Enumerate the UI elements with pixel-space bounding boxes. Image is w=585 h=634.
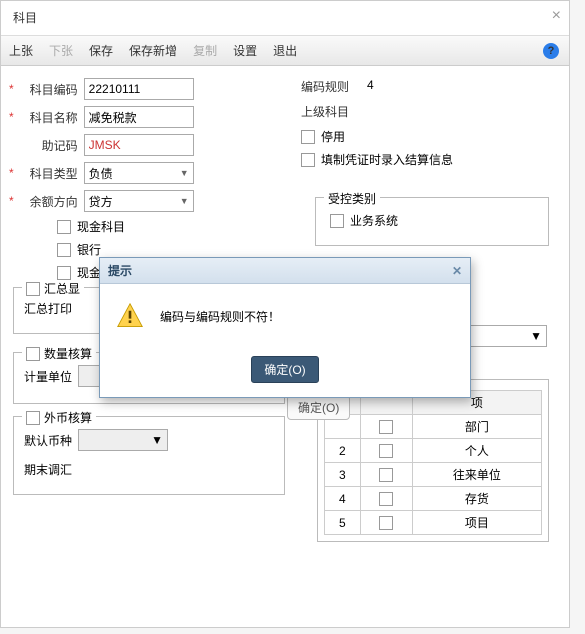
summary-legend: 汇总显	[44, 280, 80, 297]
table-row: 部门	[325, 415, 542, 439]
cash2-label: 现金	[77, 264, 101, 281]
type-select[interactable]: 负债▼	[84, 162, 194, 184]
name-input[interactable]	[84, 106, 194, 128]
exit-button[interactable]: 退出	[273, 42, 297, 59]
cash-label: 现金科目	[77, 218, 125, 235]
summary-checkbox[interactable]	[26, 282, 40, 296]
warning-icon	[116, 302, 144, 330]
row-checkbox[interactable]	[379, 468, 393, 482]
unit-label: 计量单位	[24, 368, 72, 385]
coderule-value: 4	[367, 78, 374, 95]
title-bar: 科目 ×	[1, 1, 569, 35]
name-label: 科目名称	[16, 109, 78, 126]
chevron-down-icon: ▼	[180, 168, 189, 178]
help-icon[interactable]: ?	[543, 43, 559, 59]
qty-checkbox[interactable]	[26, 347, 40, 361]
subject-window: 科目 × 上张 下张 保存 保存新增 复制 设置 退出 ? *科目编码 *科目名…	[0, 0, 570, 628]
dialog-titlebar: 提示 ✕	[100, 258, 470, 284]
cash2-checkbox[interactable]	[57, 266, 71, 280]
cash-checkbox[interactable]	[57, 220, 71, 234]
save-new-button[interactable]: 保存新增	[129, 42, 177, 59]
toolbar: 上张 下张 保存 保存新增 复制 设置 退出 ?	[1, 35, 569, 66]
settle-checkbox[interactable]	[301, 153, 315, 167]
fc-legend: 外币核算	[44, 409, 92, 426]
ctrl-legend: 受控类别	[324, 190, 380, 207]
period-end-label: 期末调汇	[24, 461, 72, 478]
mnemonic-input[interactable]	[84, 134, 194, 156]
dialog-title: 提示	[108, 262, 132, 279]
bank-label: 银行	[77, 241, 101, 258]
disable-label: 停用	[321, 128, 345, 145]
table-row: 2个人	[325, 439, 542, 463]
row-checkbox[interactable]	[379, 420, 393, 434]
dialog-message: 编码与编码规则不符！	[160, 308, 280, 325]
code-label: 科目编码	[16, 81, 78, 98]
biz-checkbox[interactable]	[330, 214, 344, 228]
bank-checkbox[interactable]	[57, 243, 71, 257]
type-label: 科目类型	[16, 165, 78, 182]
table-row: 4存货	[325, 487, 542, 511]
window-title: 科目	[13, 11, 37, 25]
currency-label: 默认币种	[24, 432, 72, 449]
ghost-ok-button[interactable]: 确定(O)	[287, 395, 350, 420]
row-checkbox[interactable]	[379, 444, 393, 458]
row-checkbox[interactable]	[379, 516, 393, 530]
direction-label: 余额方向	[16, 193, 78, 210]
next-button: 下张	[49, 42, 73, 59]
table-row: 5项目	[325, 511, 542, 535]
settle-label: 填制凭证时录入结算信息	[321, 151, 453, 168]
chevron-down-icon: ▼	[180, 196, 189, 206]
aux-table: 项 部门 2个人 3往来单位 4存货 5项目	[324, 390, 542, 535]
chevron-down-icon: ▼	[530, 329, 542, 343]
code-input[interactable]	[84, 78, 194, 100]
qty-legend: 数量核算	[44, 345, 92, 362]
chevron-down-icon: ▼	[151, 433, 163, 447]
settings-button[interactable]: 设置	[233, 42, 257, 59]
fc-checkbox[interactable]	[26, 411, 40, 425]
parent-label: 上级科目	[301, 103, 349, 120]
dialog-close-icon[interactable]: ✕	[452, 264, 462, 278]
aux-table-box: 项 部门 2个人 3往来单位 4存货 5项目	[317, 379, 549, 542]
summary-print-label: 汇总打印	[24, 300, 72, 317]
mnemonic-label: 助记码	[16, 137, 78, 154]
table-row: 3往来单位	[325, 463, 542, 487]
alert-dialog: 提示 ✕ 编码与编码规则不符！ 确定(O)	[99, 257, 471, 398]
fc-fieldset: 外币核算 默认币种▼ 期末调汇	[13, 416, 285, 495]
dialog-ok-button[interactable]: 确定(O)	[251, 356, 318, 383]
ctrl-fieldset: 受控类别 业务系统	[315, 197, 549, 246]
row-checkbox[interactable]	[379, 492, 393, 506]
biz-label: 业务系统	[350, 212, 398, 229]
coderule-label: 编码规则	[301, 78, 349, 95]
save-button[interactable]: 保存	[89, 42, 113, 59]
copy-button: 复制	[193, 42, 217, 59]
currency-select[interactable]: ▼	[78, 429, 168, 451]
close-icon[interactable]: ×	[552, 7, 561, 25]
prev-button[interactable]: 上张	[9, 42, 33, 59]
disable-checkbox[interactable]	[301, 130, 315, 144]
direction-select[interactable]: 贷方▼	[84, 190, 194, 212]
